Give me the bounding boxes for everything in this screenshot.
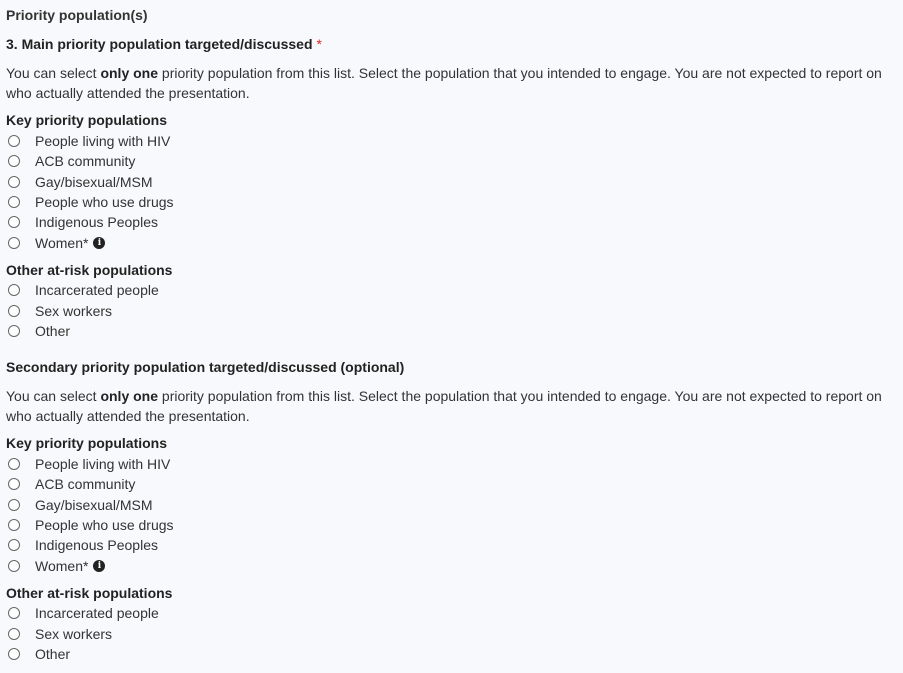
radio-button[interactable] (8, 305, 20, 317)
secondary-question-description: You can select only one priority populat… (6, 386, 896, 426)
option-label: People who use drugs (35, 194, 174, 210)
radio-button[interactable] (8, 155, 20, 167)
option-label: People living with HIV (35, 133, 171, 149)
radio-button[interactable] (8, 196, 20, 208)
option-label: Sex workers (35, 626, 113, 642)
info-icon[interactable]: i (93, 237, 106, 249)
secondary-key-group-label: Key priority populations (6, 435, 168, 451)
radio-button[interactable] (8, 499, 20, 511)
required-marker: * (316, 36, 322, 52)
main-option-women[interactable]: Women* i (6, 233, 106, 253)
option-label: Incarcerated people (35, 282, 159, 298)
option-label: People who use drugs (35, 517, 174, 533)
option-label: Other (35, 646, 71, 662)
main-question-description: You can select only one priority populat… (6, 63, 896, 103)
radio-button[interactable] (8, 135, 20, 147)
desc-emphasis: only one (100, 388, 159, 404)
info-icon[interactable]: i (93, 560, 106, 572)
radio-button[interactable] (8, 216, 20, 228)
radio-button[interactable] (8, 458, 20, 470)
desc-text: You can select (6, 65, 101, 81)
option-label: ACB community (35, 153, 136, 169)
secondary-option-acb[interactable]: ACB community (6, 474, 135, 494)
option-label: Women* (35, 235, 89, 251)
main-question-title: 3. Main priority population targeted/dis… (6, 36, 322, 52)
radio-button[interactable] (8, 325, 20, 337)
section-title: Priority population(s) (6, 7, 148, 23)
radio-button[interactable] (8, 560, 20, 572)
radio-button[interactable] (8, 284, 20, 296)
main-other-group-label: Other at-risk populations (6, 262, 173, 278)
main-option-other[interactable]: Other (6, 321, 70, 341)
option-label: ACB community (35, 476, 136, 492)
radio-button[interactable] (8, 539, 20, 551)
option-label: Indigenous Peoples (35, 537, 158, 553)
option-label: Sex workers (35, 303, 113, 319)
main-option-acb[interactable]: ACB community (6, 151, 135, 171)
main-option-indigenous[interactable]: Indigenous Peoples (6, 212, 158, 232)
radio-button[interactable] (8, 176, 20, 188)
secondary-option-pwud[interactable]: People who use drugs (6, 515, 174, 535)
main-option-pwud[interactable]: People who use drugs (6, 192, 174, 212)
secondary-other-group-label: Other at-risk populations (6, 585, 173, 601)
secondary-question-title: Secondary priority population targeted/d… (6, 359, 405, 375)
radio-button[interactable] (8, 237, 20, 249)
option-label: Other (35, 323, 71, 339)
option-label: Indigenous Peoples (35, 214, 158, 230)
option-label: People living with HIV (35, 456, 171, 472)
main-option-plhiv[interactable]: People living with HIV (6, 131, 170, 151)
secondary-option-sex-workers[interactable]: Sex workers (6, 624, 112, 644)
main-key-group-label: Key priority populations (6, 112, 168, 128)
option-label: Women* (35, 558, 89, 574)
radio-button[interactable] (8, 478, 20, 490)
radio-button[interactable] (8, 519, 20, 531)
option-label: Gay/bisexual/MSM (35, 497, 153, 513)
desc-text: You can select (6, 388, 101, 404)
option-label: Gay/bisexual/MSM (35, 174, 153, 190)
main-option-incarcerated[interactable]: Incarcerated people (6, 280, 159, 300)
radio-button[interactable] (8, 648, 20, 660)
desc-emphasis: only one (100, 65, 159, 81)
secondary-option-other[interactable]: Other (6, 644, 70, 664)
secondary-option-incarcerated[interactable]: Incarcerated people (6, 603, 159, 623)
radio-button[interactable] (8, 607, 20, 619)
main-question-text: 3. Main priority population targeted/dis… (6, 36, 313, 52)
main-option-sex-workers[interactable]: Sex workers (6, 301, 112, 321)
secondary-option-gbmsm[interactable]: Gay/bisexual/MSM (6, 495, 152, 515)
radio-button[interactable] (8, 628, 20, 640)
main-option-gbmsm[interactable]: Gay/bisexual/MSM (6, 172, 152, 192)
secondary-option-indigenous[interactable]: Indigenous Peoples (6, 535, 158, 555)
option-label: Incarcerated people (35, 605, 159, 621)
secondary-option-women[interactable]: Women* i (6, 556, 106, 576)
secondary-option-plhiv[interactable]: People living with HIV (6, 454, 170, 474)
